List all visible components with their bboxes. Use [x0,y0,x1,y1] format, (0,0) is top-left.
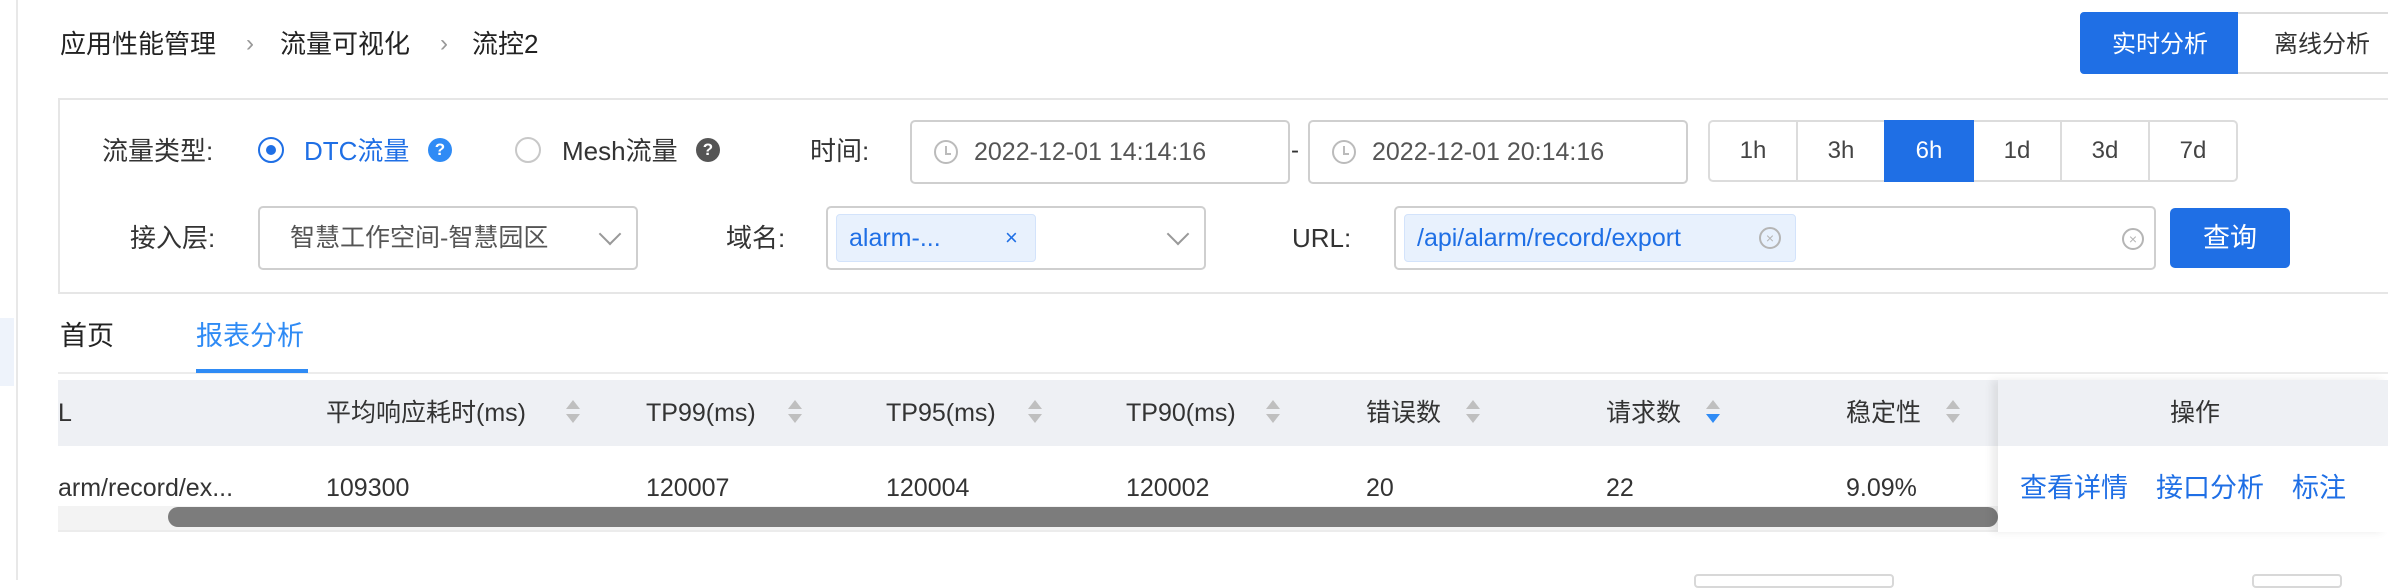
range-6h-button[interactable]: 6h [1884,120,1974,182]
sort-icon[interactable] [1266,400,1280,426]
clock-icon [934,140,958,164]
column-header-requests[interactable]: 请求数 [1606,393,1681,433]
column-header-stability[interactable]: 稳定性 [1846,393,1921,433]
interface-analysis-link[interactable]: 接口分析 [2156,470,2264,506]
remove-tag-icon[interactable]: × [1759,227,1781,249]
range-3h-button[interactable]: 3h [1796,120,1886,182]
cell-avg-response: 109300 [326,474,410,502]
url-select[interactable]: /api/alarm/record/export × × [1394,206,2156,270]
cell-tp99: 120007 [646,474,730,502]
start-time-value: 2022-12-01 14:14:16 [974,138,1207,166]
breadcrumb-item-traffic-visualization[interactable]: 流量可视化 [280,26,410,62]
domain-tag-text: alarm-... [849,224,941,252]
clock-icon [1332,140,1356,164]
sort-icon[interactable] [788,400,802,426]
breadcrumb-item-apm[interactable]: 应用性能管理 [60,26,216,62]
query-button[interactable]: 查询 [2170,208,2290,268]
column-header-errors[interactable]: 错误数 [1366,393,1441,433]
close-icon[interactable]: × [1005,215,1018,261]
clear-icon[interactable]: × [2122,228,2144,250]
end-time-value: 2022-12-01 20:14:16 [1372,138,1605,166]
cell-url: arm/record/ex... [58,474,234,502]
mesh-traffic-label[interactable]: Mesh流量 [562,133,678,169]
access-layer-value: 智慧工作空间-智慧园区 [290,224,549,252]
sort-icon[interactable] [1466,400,1480,426]
time-range-separator: - [1291,137,1299,164]
column-header-url: L [58,399,72,427]
range-1d-button[interactable]: 1d [1972,120,2062,182]
access-layer-label: 接入层: [130,223,216,253]
chevron-down-icon [1166,222,1190,246]
column-header-tp90[interactable]: TP90(ms) [1126,393,1236,433]
breadcrumb-separator-icon: › [440,30,448,57]
domain-label: 域名: [726,223,786,253]
cell-tp90: 120002 [1126,474,1210,502]
view-details-link[interactable]: 查看详情 [2020,470,2128,506]
tab-report-analysis[interactable]: 报表分析 [196,316,304,356]
time-label: 时间: [810,136,870,166]
sidebar-active-marker [0,318,14,386]
breadcrumb-item-current: 流控2 [472,29,539,59]
pagination-size-select[interactable] [1694,574,1894,588]
mesh-traffic-radio[interactable] [515,137,541,163]
cell-tp95: 120004 [886,474,970,502]
domain-tag: alarm-... × [836,214,1036,262]
breadcrumb-separator-icon: › [246,30,254,57]
end-time-input[interactable]: 2022-12-01 20:14:16 [1308,120,1688,184]
column-header-tp95[interactable]: TP95(ms) [886,393,996,433]
traffic-type-label: 流量类型: [102,136,214,166]
url-tag: /api/alarm/record/export × [1404,214,1796,262]
dtc-traffic-radio[interactable] [258,137,284,163]
dtc-help-icon[interactable]: ? [428,138,452,162]
cell-requests: 22 [1606,474,1634,502]
mesh-help-icon[interactable]: ? [696,138,720,162]
offline-analysis-button[interactable]: 离线分析 [2238,12,2388,74]
domain-select[interactable]: alarm-... × [826,206,1206,270]
annotate-link[interactable]: 标注 [2292,470,2346,506]
dtc-traffic-label[interactable]: DTC流量 [304,133,409,169]
left-sidebar-edge [0,0,18,580]
horizontal-scrollbar-thumb[interactable] [168,507,1998,527]
row-divider [58,530,1998,532]
range-3d-button[interactable]: 3d [2060,120,2150,182]
sort-icon[interactable] [566,400,580,426]
start-time-input[interactable]: 2022-12-01 14:14:16 [910,120,1290,184]
sort-icon[interactable] [1946,400,1960,426]
realtime-analysis-button[interactable]: 实时分析 [2080,12,2240,74]
access-layer-select[interactable]: 智慧工作空间-智慧园区 [258,206,638,270]
active-tab-indicator [196,369,308,373]
tabs-divider [58,372,2388,374]
url-tag-text: /api/alarm/record/export [1417,224,1682,252]
sort-active-icon[interactable] [1706,400,1720,426]
column-header-avg-response[interactable]: 平均响应耗时(ms) [326,393,526,433]
range-7d-button[interactable]: 7d [2148,120,2238,182]
pagination-jump-input[interactable] [2252,574,2342,588]
range-1h-button[interactable]: 1h [1708,120,1798,182]
column-header-tp99[interactable]: TP99(ms) [646,393,756,433]
cell-errors: 20 [1366,474,1394,502]
sort-icon[interactable] [1028,400,1042,426]
column-header-actions: 操作 [2170,399,2221,427]
chevron-down-icon [598,222,622,246]
url-label: URL: [1292,223,1352,253]
cell-stability: 9.09% [1846,474,1917,502]
tab-home[interactable]: 首页 [60,316,114,356]
